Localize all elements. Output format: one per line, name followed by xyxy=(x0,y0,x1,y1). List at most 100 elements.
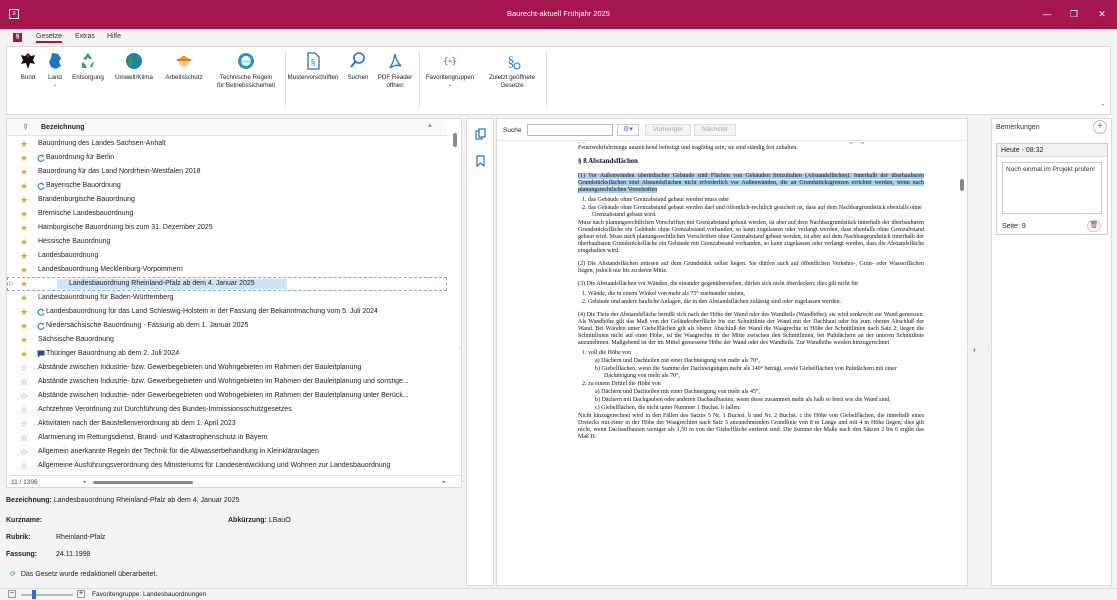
list-item[interactable]: ★ Bauordnung für Berlin xyxy=(7,151,447,165)
list-item-label: Landesbauordnung für das Land Schleswig-… xyxy=(46,308,378,315)
favorite-star-icon[interactable]: ☆ xyxy=(20,361,30,375)
scrollbar-thumb[interactable] xyxy=(453,133,457,147)
list-item[interactable]: ☆ Abstände zwischen Industrie- bzw. Gewer… xyxy=(7,361,447,375)
list-item[interactable]: ★ Niedersächsische Bauordnung - Fassung a… xyxy=(7,319,447,333)
favorite-star-icon[interactable]: ☆ xyxy=(20,403,30,417)
remark-text-input[interactable]: Noch einmal im Projekt prüfen! xyxy=(1002,162,1102,214)
list-item[interactable]: ☆ Allgemein anerkannte Regeln der Technik… xyxy=(7,445,447,459)
favorite-star-icon[interactable]: ☆ xyxy=(20,417,30,431)
list-item[interactable]: ★ Thüringer Bauordnung ab dem 2. Juli 202… xyxy=(7,347,447,361)
list-item[interactable]: ☆ Allgemeine Ausführungsverordnung des Mi… xyxy=(7,459,447,473)
favorite-star-icon[interactable]: ★ xyxy=(20,277,30,291)
zuletzt-geoeffnete-button[interactable]: § Zuletzt geöffnete Gesetze xyxy=(481,51,543,89)
close-button[interactable]: ✕ xyxy=(1092,6,1112,22)
favorite-star-icon[interactable]: ★ xyxy=(20,333,30,347)
splitter-handle[interactable]: ⋮ xyxy=(457,345,463,355)
favoritengruppen-button[interactable]: { } ★ Favoritengruppen ⌄ xyxy=(421,51,479,89)
list-item[interactable]: ☆ Aktivitäten nach der Baustellenverordnu… xyxy=(7,417,447,431)
recent-paragraph-icon: § xyxy=(508,55,521,70)
favorite-star-icon[interactable]: ★ xyxy=(20,151,30,165)
technische-regeln-button[interactable]: TRBS Technische Regeln für Betriebssicher… xyxy=(209,51,283,89)
document-scrollbar-thumb[interactable] xyxy=(960,179,964,191)
maximize-button[interactable]: ❐ xyxy=(1064,6,1084,22)
delete-remark-button[interactable]: 🗑 xyxy=(1087,220,1101,232)
list-item[interactable]: ★ Bauordnung für das Land Nordrhein-Westf… xyxy=(7,165,447,179)
list-point: 1. voll die Höhe von xyxy=(582,350,632,356)
list-item[interactable]: ★ Landesbauordnung xyxy=(7,249,447,263)
title-bar: ≡ Baurecht-aktuell Frühjahr 2025 — ❐ ✕ xyxy=(0,0,1117,29)
favorite-star-icon[interactable]: ★ xyxy=(20,305,30,319)
list-item[interactable]: ★ Landesbauordnung Mecklenburg-Vorpommern xyxy=(7,263,447,277)
favorite-star-icon[interactable]: ★ xyxy=(20,179,30,193)
favorite-star-icon[interactable]: ★ xyxy=(20,319,30,333)
remark-card: Heute - 08:32 Noch einmal im Projekt prü… xyxy=(996,143,1108,235)
list-item[interactable]: ☆ Abstände zwischen Industrie- bzw. Gewer… xyxy=(7,375,447,389)
favorite-star-icon[interactable]: ☆ xyxy=(20,431,30,445)
pdf-reader-button[interactable]: PDF Reader öffnen xyxy=(373,51,417,89)
favorite-star-icon[interactable]: ★ xyxy=(20,347,30,361)
previous-match-button[interactable]: Vorheriger xyxy=(645,124,691,136)
list-item[interactable]: ★ Bayerische Bauordnung xyxy=(7,179,447,193)
chevron-right-icon[interactable]: › xyxy=(973,345,976,354)
tab-extras[interactable]: Extras xyxy=(75,33,95,40)
favorite-star-icon[interactable]: ★ xyxy=(20,193,30,207)
list-item[interactable]: ★ Landesbauordnung für das Land Schleswig… xyxy=(7,305,447,319)
favorite-star-icon[interactable]: ★ xyxy=(20,137,30,151)
mustervorschriften-button[interactable]: § Mustervorschriften xyxy=(283,51,343,82)
filter-icon[interactable]: ⊽ xyxy=(23,123,28,131)
search-input[interactable] xyxy=(527,124,613,136)
favorite-star-icon[interactable]: ★ xyxy=(20,221,30,235)
zoom-out-button[interactable]: − xyxy=(8,590,16,598)
copy-icon[interactable] xyxy=(475,128,486,140)
tab-hilfe[interactable]: Hilfe xyxy=(107,33,121,40)
list-item[interactable]: ☆ Achtzehnte Verordnung zur Durchführung … xyxy=(7,403,447,417)
list-item[interactable]: ★ Bauordnung des Landes Sachsen-Anhalt xyxy=(7,137,447,151)
list-scrollbar[interactable] xyxy=(449,119,461,475)
suchen-button[interactable]: Suchen xyxy=(345,51,371,82)
favorite-star-icon[interactable]: ★ xyxy=(20,249,30,263)
land-button[interactable]: Land ⌄ xyxy=(43,51,67,89)
list-item-label: Abstände zwischen Industrie- oder Gewerb… xyxy=(38,392,409,399)
hscrollbar-thumb[interactable] xyxy=(93,481,193,484)
list-item[interactable]: ★ Landesbauordnung für Baden-Württemberg xyxy=(7,291,447,305)
favorite-star-icon[interactable]: ★ xyxy=(20,291,30,305)
zoom-slider[interactable] xyxy=(21,594,73,596)
tab-gesetze[interactable]: Gesetze xyxy=(36,33,63,43)
sort-up-icon[interactable]: ▲ xyxy=(427,123,433,129)
favorite-star-icon[interactable]: ★ xyxy=(20,235,30,249)
minimize-button[interactable]: — xyxy=(1037,6,1057,22)
zoom-in-button[interactable]: + xyxy=(77,590,85,598)
add-remark-button[interactable]: + xyxy=(1093,120,1107,134)
search-options-button[interactable]: ⚙▾ xyxy=(617,124,639,136)
ribbon-collapse-icon[interactable]: ⌃ xyxy=(1100,103,1106,111)
list-point: 1. Wände, die in einem Winkel von mehr a… xyxy=(582,291,745,297)
arbeitsschutz-button[interactable]: Arbeitsschutz xyxy=(161,51,207,82)
list-item[interactable]: ★ Hamburgische Bauordnung bis zum 31. Dez… xyxy=(7,221,447,235)
favorite-star-icon[interactable]: ★ xyxy=(20,207,30,221)
favorite-star-icon[interactable]: ☆ xyxy=(20,445,30,459)
favorite-star-icon[interactable]: ☆ xyxy=(20,459,30,473)
list-item[interactable]: ★ Bremische Landesbauordnung xyxy=(7,207,447,221)
favorite-star-icon[interactable]: ★ xyxy=(20,263,30,277)
list-item[interactable]: ☆ Alarmierung im Rettungsdienst, Brand- u… xyxy=(7,431,447,445)
umwelt-klima-button[interactable]: Umwelt/Klima xyxy=(109,51,159,82)
map-icon xyxy=(49,53,61,69)
column-bezeichnung[interactable]: Bezeichnung xyxy=(41,124,85,131)
list-hscrollbar[interactable]: ◂ ▸ xyxy=(83,479,447,485)
list-item[interactable]: ☆ Abstände zwischen Industrie- oder Gewer… xyxy=(7,389,447,403)
favorite-star-icon[interactable]: ★ xyxy=(20,165,30,179)
list-item[interactable]: ★ Hessische Bauordnung xyxy=(7,235,447,249)
next-match-button[interactable]: Nächster xyxy=(694,124,736,136)
zoom-slider-knob[interactable] xyxy=(32,590,36,599)
favorite-star-icon[interactable]: ☆ xyxy=(20,375,30,389)
splitter-handle[interactable]: ⋮ xyxy=(986,345,992,355)
entsorgung-button[interactable]: Entsorgung xyxy=(68,51,108,82)
bund-button[interactable]: Bund xyxy=(15,51,41,82)
list-footer: 11 / 1396 ◂ ▸ xyxy=(7,475,461,488)
list-item[interactable]: ★ Sächsische Bauordnung xyxy=(7,333,447,347)
fassung-label: Fassung: xyxy=(6,551,38,558)
list-item[interactable]: ★ Brandenburgische Bauordnung xyxy=(7,193,447,207)
list-item[interactable]: ▷ ★ Landesbauordnung Rheinland-Pfalz ab de… xyxy=(7,277,447,291)
favorite-star-icon[interactable]: ☆ xyxy=(20,389,30,403)
bookmark-icon[interactable] xyxy=(476,155,485,167)
